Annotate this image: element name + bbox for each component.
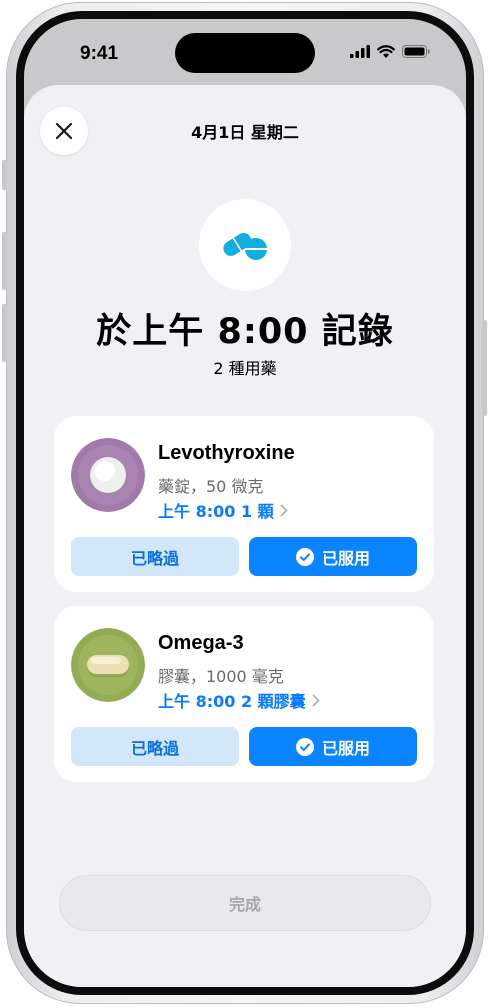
tablet-image xyxy=(71,438,145,512)
pills-icon xyxy=(223,232,267,260)
medication-name: Omega-3 xyxy=(158,632,244,654)
medication-schedule-link[interactable]: 上午 8:00 2 顆膠囊 xyxy=(158,688,320,712)
cellular-signal-icon xyxy=(350,45,370,58)
medication-schedule-link[interactable]: 上午 8:00 1 顆 xyxy=(158,498,288,522)
volume-down-button xyxy=(2,304,7,362)
action-button xyxy=(2,160,7,190)
screen: 9:41 4月1日 星期二 於上午 8:00 記錄 2 種用藥 Levothyr… xyxy=(24,19,466,987)
medication-schedule: 上午 8:00 1 顆 xyxy=(158,502,274,521)
dynamic-island xyxy=(175,33,315,73)
status-time: 9:41 xyxy=(80,43,119,64)
date-title: 4月1日 星期二 xyxy=(191,123,299,142)
taken-label: 已服用 xyxy=(321,738,370,758)
volume-up-button xyxy=(2,232,7,290)
log-sheet: 4月1日 星期二 於上午 8:00 記錄 2 種用藥 Levothyroxine… xyxy=(24,85,466,987)
medication-detail: 膠囊，1000 毫克 xyxy=(158,667,284,686)
checkmark-circle-icon xyxy=(295,737,314,756)
capsule-image xyxy=(71,628,145,702)
done-button[interactable]: 完成 xyxy=(59,875,431,931)
battery-icon xyxy=(402,45,430,58)
wifi-icon xyxy=(377,45,395,58)
status-bar: 9:41 xyxy=(24,19,466,85)
chevron-right-icon xyxy=(312,694,320,706)
checkmark-circle-icon xyxy=(295,547,314,566)
pill-badge xyxy=(199,199,291,291)
log-headline: 於上午 8:00 記錄 xyxy=(96,312,394,352)
side-button xyxy=(482,320,487,416)
skipped-button[interactable]: 已略過 xyxy=(71,537,239,576)
taken-button[interactable]: 已服用 xyxy=(249,727,417,766)
status-icons xyxy=(350,45,430,58)
medication-schedule: 上午 8:00 2 顆膠囊 xyxy=(158,692,306,711)
taken-button[interactable]: 已服用 xyxy=(249,537,417,576)
skipped-button[interactable]: 已略過 xyxy=(71,727,239,766)
medication-detail: 藥錠，50 微克 xyxy=(158,477,264,496)
taken-label: 已服用 xyxy=(321,548,370,568)
medication-name: Levothyroxine xyxy=(158,442,295,464)
chevron-right-icon xyxy=(280,504,288,516)
medication-card-levothyroxine: Levothyroxine 藥錠，50 微克 上午 8:00 1 顆 已略過 已… xyxy=(54,416,434,592)
medication-card-omega-3: Omega-3 膠囊，1000 毫克 上午 8:00 2 顆膠囊 已略過 已服用 xyxy=(54,606,434,782)
medication-count: 2 種用藥 xyxy=(213,359,277,378)
